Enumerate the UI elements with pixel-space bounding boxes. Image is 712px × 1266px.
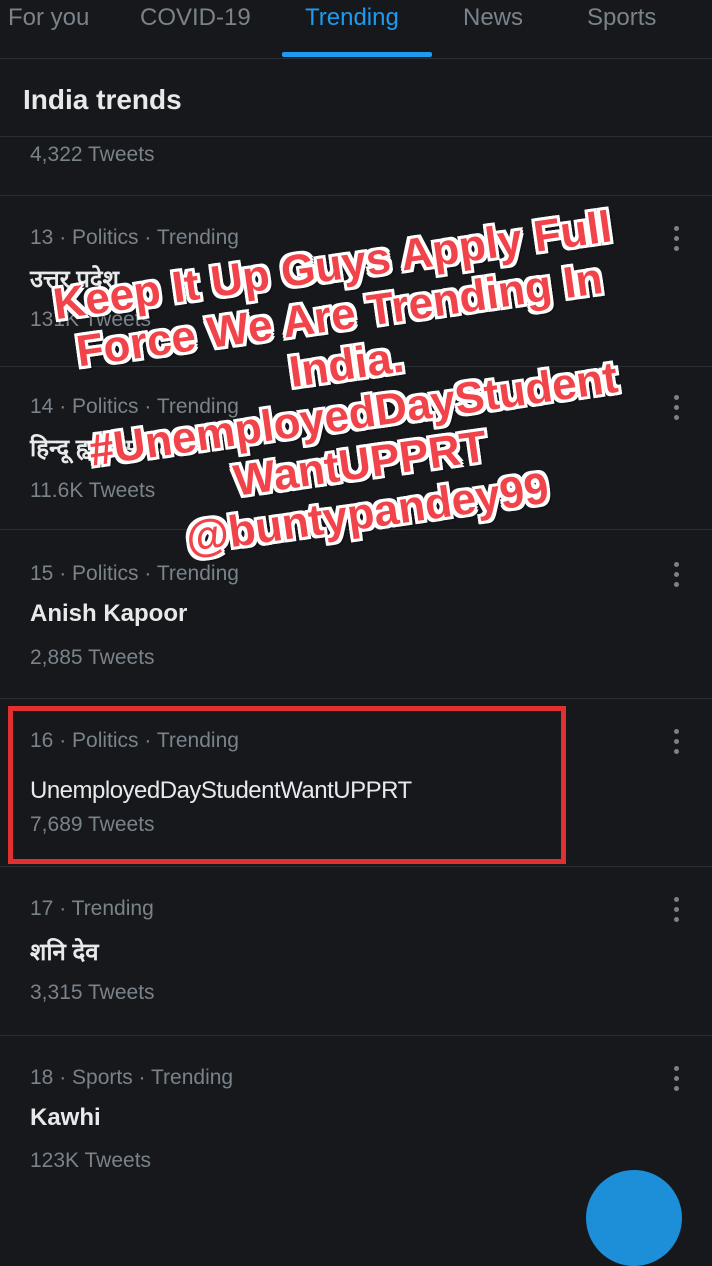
- trend-meta: 17 · Trending: [30, 897, 154, 920]
- section-title: India trends: [23, 84, 182, 115]
- tab-trending[interactable]: Trending: [305, 0, 425, 58]
- tab-covid-19[interactable]: COVID-19: [140, 0, 270, 58]
- tab-divider: [0, 58, 712, 59]
- active-tab-indicator: [282, 52, 432, 57]
- more-vertical-icon[interactable]: [666, 895, 686, 925]
- compose-fab-icon[interactable]: [586, 1170, 682, 1266]
- tab-label: Trending: [305, 4, 399, 31]
- trend-name: Kawhi: [30, 1104, 101, 1131]
- tab-for-you[interactable]: For you: [8, 0, 108, 58]
- tab-label: COVID-19: [140, 4, 251, 31]
- tab-label: News: [463, 4, 524, 31]
- trend-count: 3,315 Tweets: [30, 981, 155, 1004]
- tab-label: Sports: [587, 4, 657, 31]
- tab-bar: For you COVID-19 Trending News Sports: [0, 0, 712, 58]
- trend-item[interactable]: 17 · Trending शनि देव 3,315 Tweets: [0, 867, 712, 1035]
- tab-label: For you: [8, 4, 90, 31]
- trend-meta: 18 · Sports · Trending: [30, 1066, 234, 1089]
- more-vertical-icon[interactable]: [666, 1064, 686, 1094]
- tab-news[interactable]: News: [463, 0, 543, 58]
- highlight-box: [8, 706, 566, 864]
- trend-item[interactable]: 18 · Sports · Trending Kawhi 123K Tweets: [0, 1036, 712, 1200]
- trend-name: शनि देव: [30, 939, 99, 966]
- tab-sports[interactable]: Sports: [587, 0, 687, 58]
- trend-count: 123K Tweets: [30, 1149, 152, 1172]
- more-vertical-icon[interactable]: [666, 727, 686, 757]
- overlay-caption: Keep It Up Guys Apply Full Force We Are …: [20, 160, 680, 620]
